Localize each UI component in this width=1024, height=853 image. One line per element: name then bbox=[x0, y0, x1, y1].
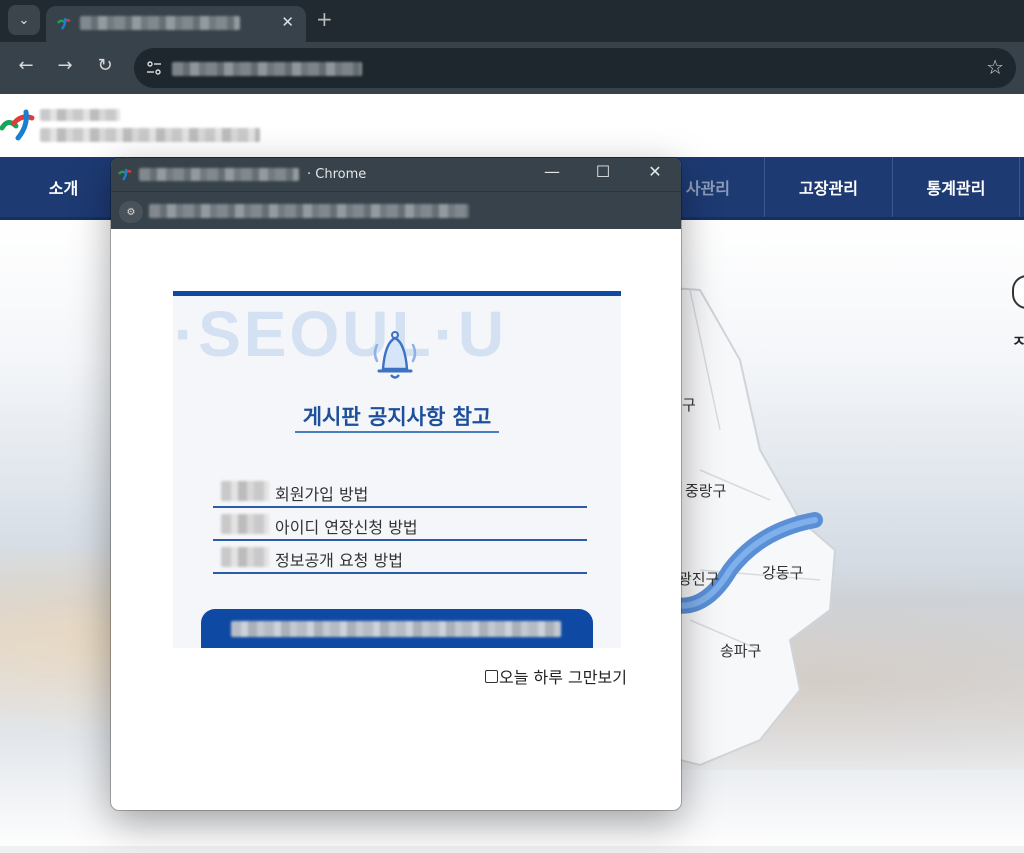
close-icon[interactable]: ✕ bbox=[640, 162, 670, 181]
district-label[interactable]: 강동구 bbox=[762, 562, 803, 583]
notice-title-underline bbox=[295, 431, 499, 433]
notice-item-label: 아이디 연장신청 방법 bbox=[275, 518, 418, 537]
site-name-obscured bbox=[40, 109, 120, 121]
notice-watermark: I·SEOUL·U bbox=[173, 298, 508, 370]
tab-title-obscured bbox=[80, 16, 240, 30]
notice-top-border bbox=[173, 291, 621, 296]
checkbox-icon[interactable] bbox=[485, 669, 498, 683]
popup-window: · Chrome — ☐ ✕ ⚙ I·SEOUL·U 게시판 공지사항 참고 회… bbox=[111, 158, 681, 810]
district-label[interactable]: 중랑구 bbox=[685, 480, 726, 501]
district-label[interactable]: 구 bbox=[682, 394, 696, 415]
notice-item-prefix-obscured bbox=[221, 481, 269, 501]
back-icon[interactable]: ← bbox=[14, 55, 38, 76]
chevron-down-icon: ⌄ bbox=[18, 12, 30, 28]
notice-item-label: 정보공개 요청 방법 bbox=[275, 551, 403, 570]
popup-title-obscured bbox=[139, 168, 299, 181]
notice-item[interactable]: 정보공개 요청 방법 bbox=[213, 541, 587, 574]
site-info-icon[interactable] bbox=[146, 60, 162, 76]
bookmark-star-icon[interactable]: ☆ bbox=[986, 55, 1004, 79]
bell-icon bbox=[373, 331, 417, 379]
seoul-logo-icon[interactable] bbox=[0, 106, 36, 142]
notice-item-prefix-obscured bbox=[221, 547, 269, 567]
reload-icon[interactable]: ↻ bbox=[93, 55, 117, 76]
site-favicon-icon bbox=[118, 168, 132, 181]
page-footer-strip bbox=[0, 846, 1024, 853]
forward-icon[interactable]: → bbox=[53, 55, 77, 76]
district-label[interactable]: 송파구 bbox=[720, 640, 761, 661]
side-panel-text: ㅈ bbox=[1012, 332, 1024, 350]
browser-tabbar: ⌄ ✕ + bbox=[0, 0, 1024, 42]
maximize-icon[interactable]: ☐ bbox=[588, 162, 618, 181]
nav-divider bbox=[1019, 157, 1020, 217]
site-favicon-icon bbox=[57, 17, 71, 30]
tab-search-button[interactable]: ⌄ bbox=[8, 5, 40, 35]
notice-button-label-obscured bbox=[231, 621, 561, 637]
notice-item[interactable]: 회원가입 방법 bbox=[213, 475, 587, 508]
nav-item-fault-management[interactable]: 고장관리 bbox=[765, 157, 892, 217]
nav-item-statistics[interactable]: 통계관리 bbox=[893, 157, 1019, 217]
notice-link-button[interactable] bbox=[201, 609, 593, 648]
district-label[interactable]: 광진구 bbox=[678, 568, 719, 589]
new-tab-icon[interactable]: + bbox=[316, 7, 333, 31]
notice-item-prefix-obscured bbox=[221, 514, 269, 534]
nav-item-intro[interactable]: 소개 bbox=[0, 157, 127, 217]
popup-url-obscured bbox=[149, 204, 469, 218]
dismiss-today-label: 오늘 하루 그만보기 bbox=[499, 668, 627, 687]
popup-titlebar: · Chrome — ☐ ✕ bbox=[111, 158, 681, 191]
browser-tab[interactable]: ✕ bbox=[46, 6, 306, 42]
dismiss-today-checkbox[interactable]: 오늘 하루 그만보기 bbox=[485, 664, 627, 688]
notice-banner: I·SEOUL·U 게시판 공지사항 참고 회원가입 방법 아이디 연장신청 방… bbox=[173, 291, 621, 648]
notice-item[interactable]: 아이디 연장신청 방법 bbox=[213, 508, 587, 541]
minimize-icon[interactable]: — bbox=[537, 162, 567, 181]
notice-item-label: 회원가입 방법 bbox=[275, 485, 369, 504]
close-icon[interactable]: ✕ bbox=[281, 13, 294, 31]
url-obscured bbox=[172, 62, 362, 76]
popup-app-name: · Chrome bbox=[307, 167, 367, 182]
popup-address-bar: ⚙ bbox=[111, 191, 681, 229]
site-info-icon[interactable]: ⚙ bbox=[119, 201, 143, 223]
site-subtitle-obscured bbox=[40, 128, 260, 142]
notice-title: 게시판 공지사항 참고 bbox=[302, 405, 492, 429]
site-header bbox=[0, 94, 1024, 157]
browser-toolbar: ← → ↻ ☆ bbox=[0, 42, 1024, 94]
address-bar[interactable]: ☆ bbox=[134, 48, 1016, 88]
